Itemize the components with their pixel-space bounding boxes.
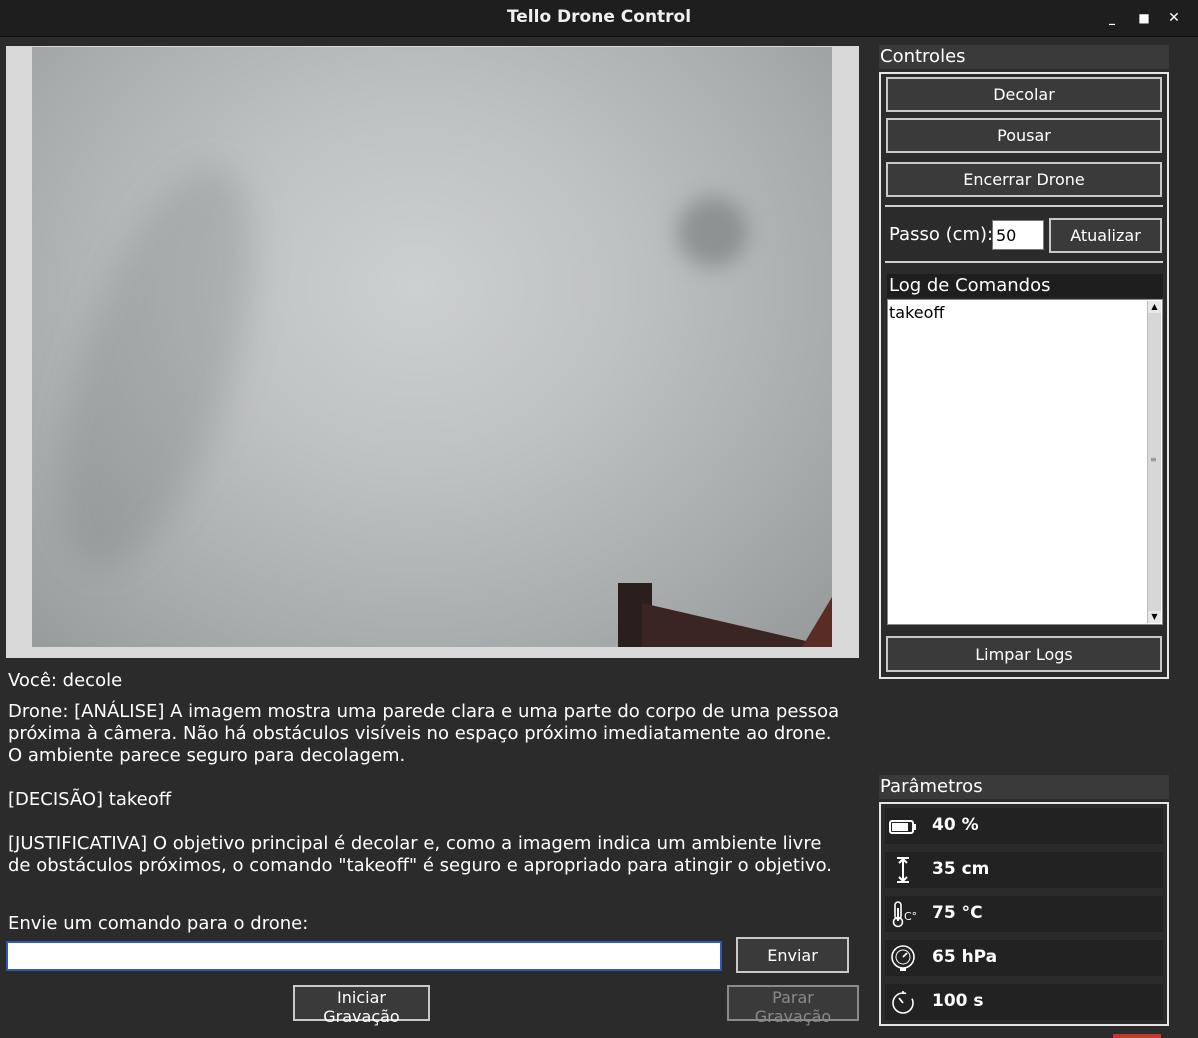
- takeoff-button[interactable]: Decolar: [886, 77, 1162, 112]
- separator: [885, 261, 1163, 263]
- feed-spot: [677, 197, 747, 267]
- controls-title: Controles: [879, 45, 1169, 69]
- shutdown-drone-button[interactable]: Encerrar Drone: [886, 162, 1162, 197]
- command-input[interactable]: [6, 941, 722, 971]
- svg-text:C°: C°: [904, 910, 917, 923]
- battery-icon: [889, 820, 916, 834]
- pressure-gauge-icon: [891, 945, 915, 971]
- video-frame: [6, 46, 859, 658]
- param-pressure: 65 hPa: [885, 940, 1163, 976]
- height-value: 35 cm: [932, 859, 990, 879]
- command-prompt-label: Envie um comando para o drone:: [8, 913, 309, 934]
- chat-drone-decision: [DECISÃO] takeoff: [8, 789, 172, 810]
- scroll-up-icon[interactable]: ▲: [1148, 301, 1161, 313]
- param-height: 35 cm: [885, 852, 1163, 888]
- pressure-value: 65 hPa: [932, 947, 998, 967]
- clear-logs-button[interactable]: Limpar Logs: [886, 636, 1162, 672]
- close-icon[interactable]: ✕: [1164, 8, 1184, 28]
- chat-user-message: Você: decole: [8, 670, 123, 691]
- height-icon: [897, 857, 909, 883]
- stop-recording-button[interactable]: Parar Gravação: [727, 985, 859, 1026]
- chat-drone-analysis: Drone: [ANÁLISE] A imagem mostra uma par…: [8, 701, 840, 766]
- param-flight-time: 100 s: [885, 984, 1163, 1020]
- log-entry: takeoff: [889, 303, 945, 322]
- thermometer-icon: C°: [892, 901, 917, 928]
- separator: [885, 205, 1163, 207]
- maximize-icon[interactable]: ■: [1134, 8, 1154, 28]
- land-button[interactable]: Pousar: [886, 118, 1162, 153]
- battery-value: 40 %: [932, 815, 979, 835]
- drone-camera-feed: [32, 47, 832, 647]
- title-bar: Tello Drone Control _ ■ ✕: [0, 0, 1198, 37]
- chat-drone-justification: [JUSTIFICATIVA] O objetivo principal é d…: [8, 833, 833, 876]
- scroll-down-icon[interactable]: ▼: [1148, 611, 1161, 623]
- taskbar-accent: [1113, 1034, 1161, 1038]
- parameters-title: Parâmetros: [879, 775, 1169, 799]
- command-log-title: Log de Comandos: [887, 274, 1163, 298]
- update-step-button[interactable]: Atualizar: [1049, 218, 1162, 253]
- start-recording-button[interactable]: Iniciar Gravação: [293, 985, 430, 1026]
- param-temperature: C° 75 °C: [885, 896, 1163, 932]
- scroll-grip-icon[interactable]: ≡: [1150, 456, 1159, 464]
- timer-icon: [892, 991, 914, 1014]
- window-title: Tello Drone Control: [506, 7, 692, 27]
- temperature-value: 75 °C: [932, 903, 983, 923]
- minimize-icon[interactable]: _: [1102, 8, 1122, 28]
- flight-time-value: 100 s: [932, 991, 984, 1011]
- log-scrollbar[interactable]: ▲ ≡ ▼: [1147, 301, 1161, 623]
- step-input[interactable]: [992, 220, 1044, 250]
- feed-shadow: [32, 144, 294, 590]
- command-log[interactable]: takeoff ▲ ≡ ▼: [887, 299, 1163, 625]
- feed-object: [802, 597, 832, 647]
- feed-object: [642, 603, 832, 647]
- param-battery: 40 %: [885, 808, 1163, 844]
- step-label: Passo (cm):: [889, 224, 994, 245]
- send-button[interactable]: Enviar: [736, 937, 849, 973]
